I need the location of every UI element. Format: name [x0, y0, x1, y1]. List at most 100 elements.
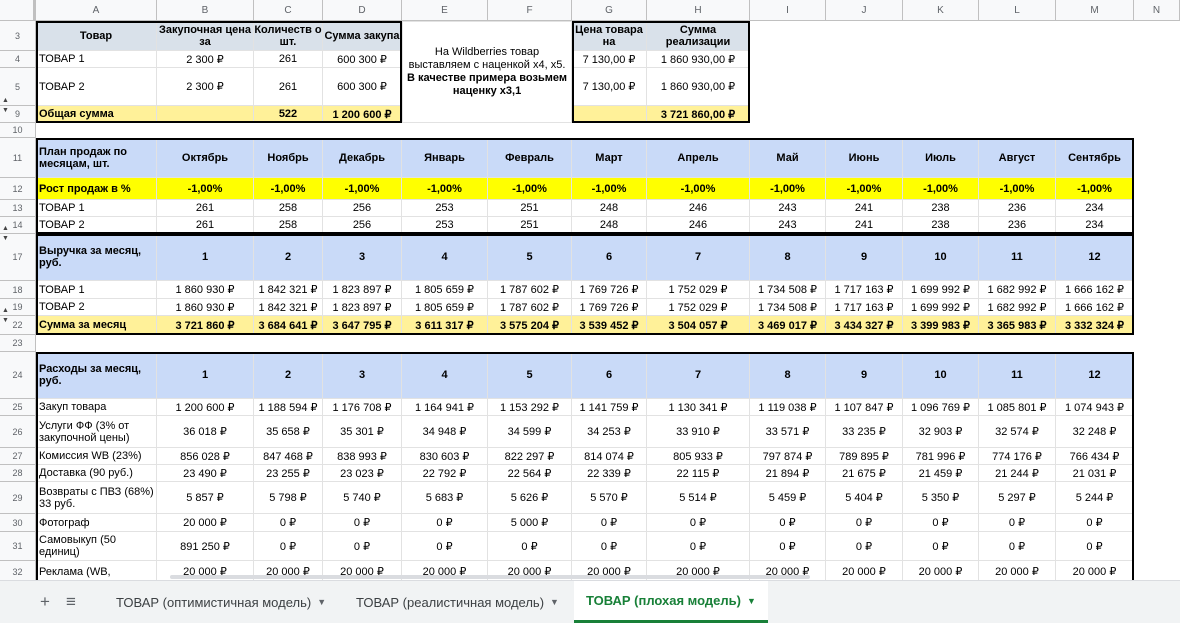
column-header[interactable]: L [979, 0, 1056, 21]
expense-name: Самовыкуп (50 единиц) [36, 532, 157, 561]
expense-value: 1 176 708 ₽ [323, 399, 402, 416]
row-header[interactable]: 18 [0, 281, 36, 299]
row-number: 31 [12, 541, 23, 551]
plan-qty: 253 [402, 217, 488, 234]
tab-bad-model[interactable]: ТОВАР (плохая модель) ▼ [574, 581, 768, 623]
row-header[interactable]: 30 [0, 514, 36, 532]
expense-value: 0 ₽ [323, 514, 402, 532]
row-header[interactable]: 29 [0, 482, 36, 514]
tab-realistic-model[interactable]: ТОВАР (реалистичная модель) ▼ [344, 581, 571, 623]
product-name: ТОВАР 1 [36, 51, 157, 68]
row-number: 26 [12, 426, 23, 437]
row-header[interactable]: 10 [0, 123, 36, 138]
top-table-header: Закупочная цена за [157, 21, 254, 51]
row-number: 14 [12, 220, 23, 230]
expense-value: 20 000 ₽ [157, 514, 254, 532]
group-expand-icon[interactable]: ▼ [2, 235, 9, 242]
revenue-month-num: 1 [157, 234, 254, 281]
expense-name: Комиссия WB (23%) [36, 448, 157, 465]
revenue-value: 1 666 162 ₽ [1056, 299, 1134, 316]
spreadsheet-grid[interactable]: A B C D E F G H I J K L M N 3 4 5 9 10 11 12 13 14 17 18 19 22 23 24… [0, 0, 1180, 580]
column-header[interactable]: F [488, 0, 572, 21]
expense-value: 0 ₽ [572, 514, 647, 532]
expense-value: 1 164 941 ₽ [402, 399, 488, 416]
group-expand-icon[interactable]: ▼ [2, 107, 9, 114]
row-header[interactable]: 28 [0, 465, 36, 482]
row-header[interactable]: 25 [0, 399, 36, 416]
column-header[interactable]: C [254, 0, 323, 21]
plan-qty: 246 [647, 217, 750, 234]
column-header[interactable]: D [323, 0, 402, 21]
column-header[interactable]: A [36, 0, 157, 21]
row-header[interactable]: 3 [0, 21, 36, 51]
revenue-value: 1 734 508 ₽ [750, 281, 826, 299]
expenses-month-num: 2 [254, 352, 323, 399]
expense-value: 774 176 ₽ [979, 448, 1056, 465]
expense-value: 5 514 ₽ [647, 482, 750, 514]
column-header[interactable]: I [750, 0, 826, 21]
column-header[interactable]: N [1134, 0, 1180, 21]
column-header[interactable]: G [572, 0, 647, 21]
revenue-total-label: Сумма за месяц [36, 316, 157, 335]
expense-value: 5 740 ₽ [323, 482, 402, 514]
revenue-total: 3 469 017 ₽ [750, 316, 826, 335]
revenue-total: 3 434 327 ₽ [826, 316, 903, 335]
column-header[interactable]: B [157, 0, 254, 21]
expense-value: 23 490 ₽ [157, 465, 254, 482]
total-real: 3 721 860,00 ₽ [647, 106, 750, 123]
column-header[interactable]: J [826, 0, 903, 21]
expense-value: 32 903 ₽ [903, 416, 979, 448]
revenue-total: 3 647 795 ₽ [323, 316, 402, 335]
horizontal-scrollbar[interactable] [170, 575, 810, 579]
expense-value: 5 798 ₽ [254, 482, 323, 514]
row-header[interactable]: 11 [0, 138, 36, 178]
row-number: 25 [12, 402, 23, 412]
expense-value: 856 028 ₽ [157, 448, 254, 465]
expense-value: 766 434 ₽ [1056, 448, 1134, 465]
select-all-corner[interactable] [0, 0, 36, 21]
markup-note: На Wildberries товар выставляем с наценк… [402, 21, 572, 123]
growth-value: -1,00% [572, 178, 647, 200]
revenue-value: 1 699 992 ₽ [903, 281, 979, 299]
row-header[interactable]: 27 [0, 448, 36, 465]
group-collapse-icon[interactable]: ▲ [2, 97, 9, 104]
revenue-value: 1 787 602 ₽ [488, 281, 572, 299]
row-header[interactable]: 32 [0, 561, 36, 580]
top-table-header: Сумма закупа [323, 21, 402, 51]
expenses-month-num: 11 [979, 352, 1056, 399]
row-header[interactable]: 26 [0, 416, 36, 448]
expense-value: 34 599 ₽ [488, 416, 572, 448]
column-header[interactable]: E [402, 0, 488, 21]
expense-value: 23 255 ₽ [254, 465, 323, 482]
purchase-sum: 600 300 ₽ [323, 68, 402, 106]
add-sheet-icon[interactable]: + [40, 592, 50, 612]
row-header[interactable]: 24 [0, 352, 36, 399]
plan-qty: 248 [572, 200, 647, 217]
expense-value: 0 ₽ [647, 532, 750, 561]
row-header[interactable]: 13 [0, 200, 36, 217]
tab-optimistic-model[interactable]: ТОВАР (оптимистичная модель) ▼ [104, 581, 338, 623]
expenses-month-num: 8 [750, 352, 826, 399]
revenue-value: 1 787 602 ₽ [488, 299, 572, 316]
expense-value: 0 ₽ [750, 514, 826, 532]
total-sum: 1 200 600 ₽ [323, 106, 402, 123]
row-header[interactable]: 12 [0, 178, 36, 200]
plan-title: План продаж по месяцам, шт. [36, 138, 157, 178]
revenue-value: 1 666 162 ₽ [1056, 281, 1134, 299]
group-expand-icon[interactable]: ▼ [2, 317, 9, 324]
all-sheets-icon[interactable]: ≡ [66, 592, 76, 612]
row-header[interactable]: 4 [0, 51, 36, 68]
column-header[interactable]: M [1056, 0, 1134, 21]
expense-name: Возвраты с ПВЗ (68%) 33 руб. [36, 482, 157, 514]
month-header: Март [572, 138, 647, 178]
row-header[interactable]: 23 [0, 335, 36, 352]
group-collapse-icon[interactable]: ▲ [2, 225, 9, 232]
plan-qty: 256 [323, 217, 402, 234]
column-header[interactable]: H [647, 0, 750, 21]
group-collapse-icon[interactable]: ▲ [2, 307, 9, 314]
plan-qty: 253 [402, 200, 488, 217]
row-header[interactable]: 31 [0, 532, 36, 561]
column-header[interactable]: K [903, 0, 979, 21]
growth-label: Рост продаж в % [36, 178, 157, 200]
growth-value: -1,00% [323, 178, 402, 200]
